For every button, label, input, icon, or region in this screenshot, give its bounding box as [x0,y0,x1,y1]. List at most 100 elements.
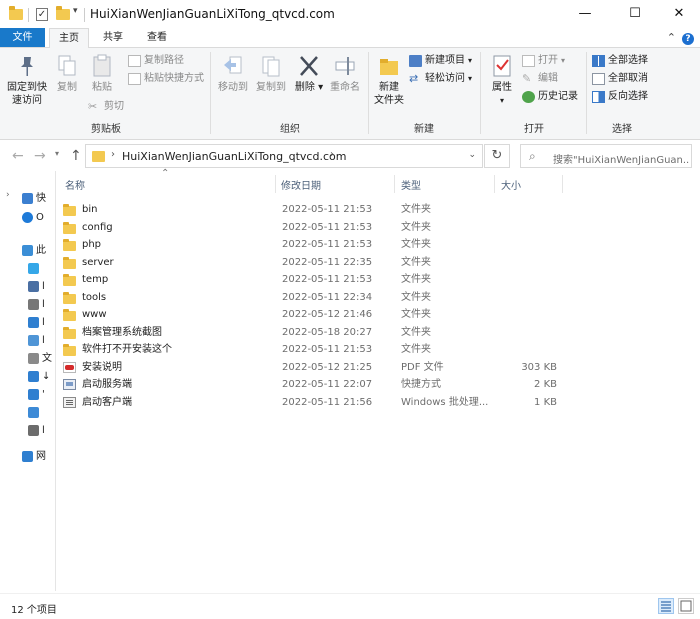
breadcrumb-folder[interactable]: HuiXianWenJianGuanLiXiTong_qtvcd.com [122,150,346,163]
recent-locations-chevron-icon[interactable]: ▾ [55,149,59,158]
tab-view[interactable]: 查看 [137,28,177,48]
minimize-button[interactable]: — [562,0,608,28]
properties-button[interactable]: 属性 ▾ [484,54,520,107]
item-count: 12 个项目 [11,605,57,616]
forward-arrow-icon[interactable]: → [34,148,46,164]
breadcrumb-chevron-icon[interactable]: › [330,149,334,160]
paste-shortcut-button[interactable]: 粘贴快捷方式 [128,72,204,85]
open-label: 打开 [538,55,558,66]
close-button[interactable]: ✕ [656,0,700,28]
invert-selection-button[interactable]: 反向选择 [592,90,648,103]
file-row[interactable]: tools 2022-05-11 22:34 文件夹 [63,289,557,307]
expand-chevron-icon[interactable]: › [6,190,10,200]
rename-button[interactable]: 重命名 [327,54,363,94]
select-all-button[interactable]: 全部选择 [592,54,648,67]
quick-access-dropdown-icon[interactable]: ▾ [73,6,78,16]
tab-home[interactable]: 主页 [49,28,89,49]
cube-icon [28,263,39,274]
nav-item-label: ↓ [42,371,51,382]
address-bar[interactable]: › HuiXianWenJianGuanLiXiTong_qtvcd.com ›… [85,144,483,168]
column-header-name[interactable]: 名称 [65,177,85,192]
open-button[interactable]: 打开 ▾ [522,54,565,67]
nav-item[interactable]: l [0,314,55,332]
cut-button[interactable]: ✂ 剪切 [88,100,124,113]
file-type: 文件夹 [401,309,431,320]
breadcrumb-chevron-icon[interactable]: › [111,149,115,160]
group-label-new: 新建 [414,124,434,135]
nav-item[interactable]: ' [0,386,55,404]
group-label-organize: 组织 [280,124,300,135]
file-row[interactable]: 启动服务端 2022-05-11 22:07 快捷方式 2 KB [63,376,557,394]
easy-access-button[interactable]: ⇄ 轻松访问 ▾ [409,72,472,85]
column-divider[interactable] [394,175,395,193]
new-folder-button[interactable]: 新建 文件夹 [370,54,408,107]
maximize-button[interactable]: ☐ [612,0,658,28]
nav-item-label: ' [42,389,45,400]
new-folder-quick-icon[interactable] [56,6,70,20]
refresh-button[interactable]: ↻ [484,144,510,168]
copy-to-button[interactable]: 复制到 [252,54,290,94]
nav-item[interactable] [0,404,55,422]
file-row[interactable]: server 2022-05-11 22:35 文件夹 [63,254,557,272]
column-divider[interactable] [494,175,495,193]
move-to-button[interactable]: 移动到 [214,54,252,94]
file-type: 文件夹 [401,291,431,303]
nav-item[interactable]: l [0,278,55,296]
nav-item[interactable]: O [0,209,55,227]
file-row[interactable]: 档案管理系统截图 2022-05-18 20:27 文件夹 [63,324,557,342]
nav-item[interactable] [0,260,55,278]
up-arrow-icon[interactable]: ↑ [70,148,82,164]
pin-quick-access-button[interactable]: 固定到快 速访问 [2,54,52,107]
tab-share[interactable]: 共享 [93,28,133,48]
copy-button[interactable]: 复制 [52,54,82,94]
select-all-label: 全部选择 [608,55,648,66]
details-view-button[interactable] [658,598,674,614]
nav-item[interactable]: l [0,332,55,350]
nav-item[interactable]: 此 [0,242,55,260]
file-modified: 2022-05-11 21:53 [282,221,373,233]
column-header-type[interactable]: 类型 [401,177,421,192]
select-none-button[interactable]: 全部取消 [592,72,648,85]
new-folder-icon [378,54,400,78]
file-row[interactable]: config 2022-05-11 21:53 文件夹 [63,219,557,237]
rename-label: 重命名 [330,82,360,93]
file-row[interactable]: temp 2022-05-11 21:53 文件夹 [63,271,557,289]
help-icon[interactable]: ? [682,33,694,45]
nav-item[interactable]: 文 [0,350,55,368]
documents-icon [28,353,39,364]
file-row[interactable]: bin 2022-05-11 21:53 文件夹 [63,201,557,219]
file-name: 启动服务端 [82,379,132,390]
paste-button[interactable]: 粘贴 [85,54,119,94]
divider [368,52,369,134]
address-dropdown-icon[interactable]: ⌄ [468,150,476,160]
file-row[interactable]: php 2022-05-11 21:53 文件夹 [63,236,557,254]
chevron-up-icon[interactable]: ⌃ [667,31,676,44]
file-row[interactable]: 启动客户端 2022-05-11 21:56 Windows 批处理... 1 KB [63,394,557,412]
column-header-modified[interactable]: 修改日期 [281,177,321,192]
window-title: HuiXianWenJianGuanLiXiTong_qtvcd.com [90,7,335,21]
large-icons-view-icon [680,600,692,612]
network-icon [22,451,33,462]
file-row[interactable]: 软件打不开安装这个 2022-05-11 21:53 文件夹 [63,341,557,359]
column-header-size[interactable]: 大小 [501,177,521,192]
nav-item[interactable]: 网 [0,448,55,466]
copy-path-button[interactable]: 复制路径 [128,54,184,67]
large-icons-view-button[interactable] [678,598,694,614]
file-row[interactable]: www 2022-05-12 21:46 文件夹 [63,306,557,324]
column-divider[interactable] [275,175,276,193]
nav-item[interactable]: l [0,422,55,440]
history-button[interactable]: 历史记录 [522,90,578,103]
nav-item[interactable]: ↓ [0,368,55,386]
search-input[interactable]: ⌕ 搜索"HuiXianWenJianGuan... [520,144,692,168]
column-divider[interactable] [562,175,563,193]
properties-icon [491,54,513,78]
new-item-button[interactable]: 新建项目 ▾ [409,54,472,67]
back-arrow-icon[interactable]: ← [12,148,24,164]
nav-item[interactable]: l [0,296,55,314]
file-name: 档案管理系统截图 [82,326,162,338]
file-row[interactable]: 安装说明 2022-05-12 21:25 PDF 文件 303 KB [63,359,557,377]
properties-check-icon[interactable]: ✓ [36,8,48,21]
delete-button[interactable]: 删除 ▾ [294,54,324,94]
edit-button[interactable]: ✎ 编辑 [522,72,558,85]
tab-file[interactable]: 文件 [0,28,45,47]
